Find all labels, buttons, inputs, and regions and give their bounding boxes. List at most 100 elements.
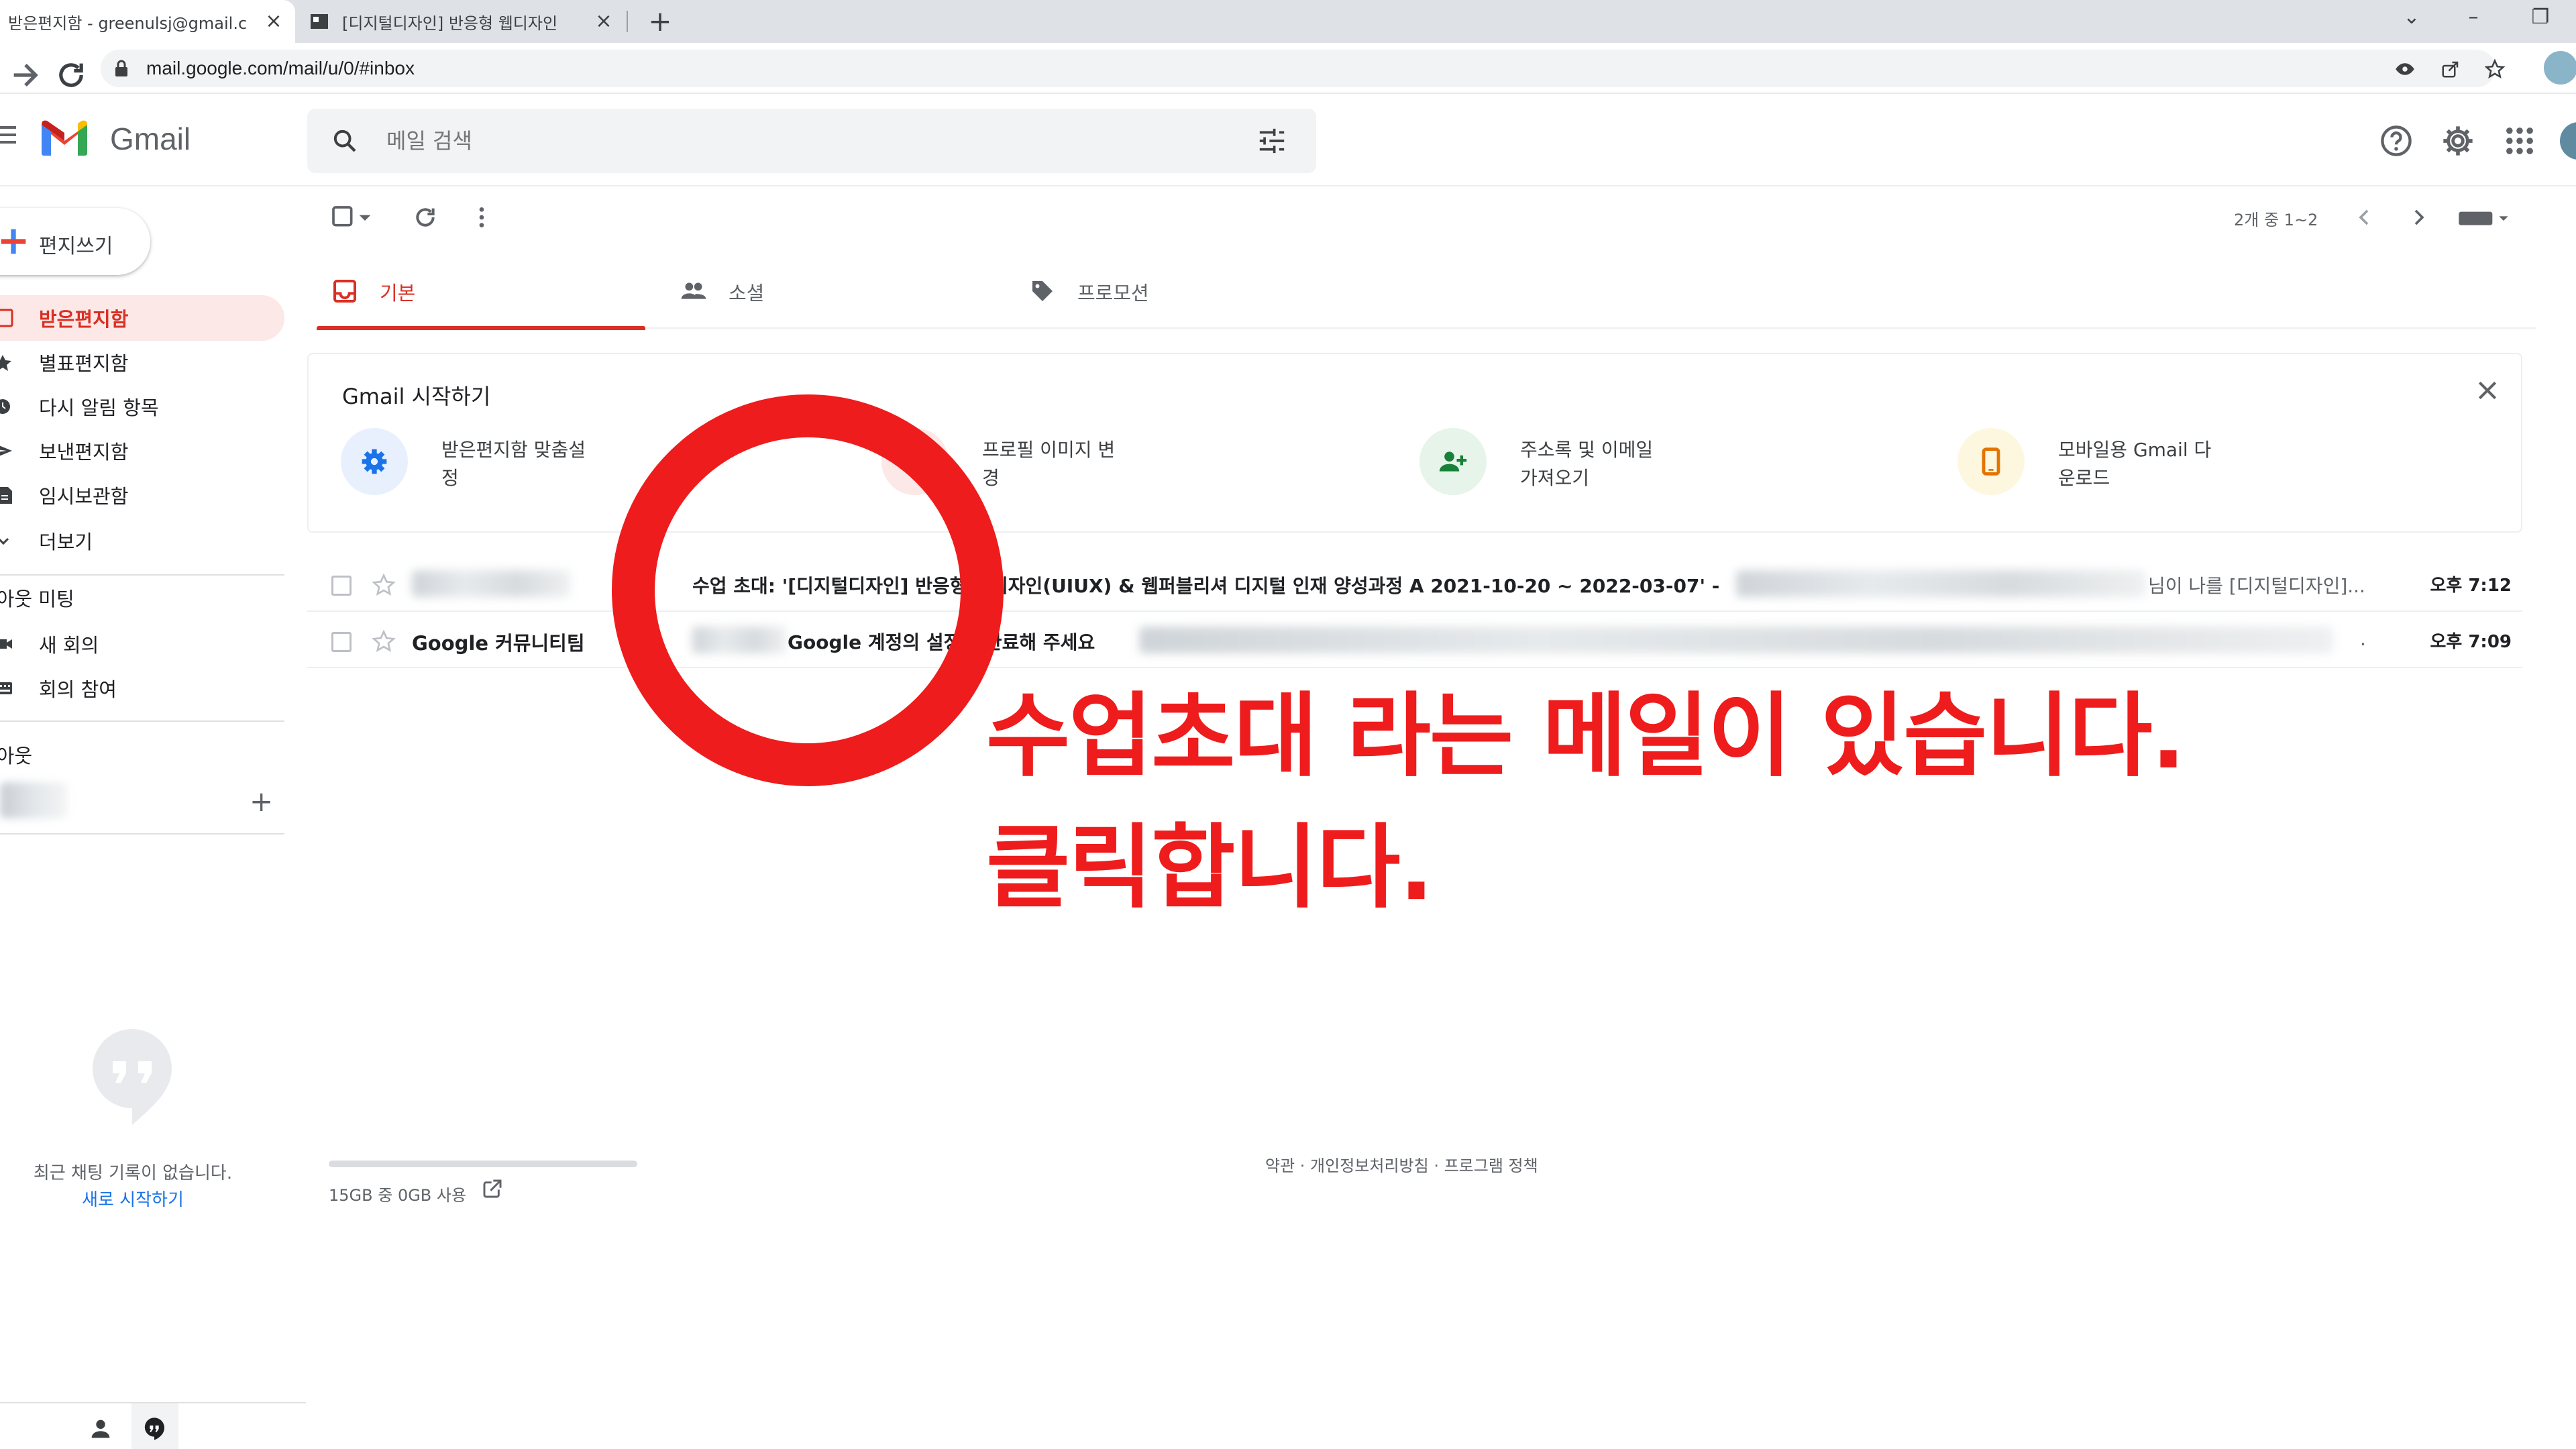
- account-avatar[interactable]: [2560, 122, 2576, 160]
- refresh-icon[interactable]: [412, 204, 439, 231]
- search-options-icon[interactable]: [1257, 127, 1287, 154]
- sender-blurred: [412, 570, 570, 597]
- close-tab-icon[interactable]: ×: [262, 9, 286, 34]
- apps-grid-icon[interactable]: [2502, 123, 2537, 158]
- clock-icon: [0, 399, 10, 414]
- star-icon: [0, 355, 11, 371]
- browser-profile-avatar[interactable]: [2544, 51, 2576, 85]
- main-menu-icon[interactable]: [0, 126, 16, 144]
- new-tab-button[interactable]: +: [643, 4, 678, 39]
- storage-usage-bar: [329, 1161, 637, 1167]
- browser-tab-gmail[interactable]: 받은편지함 - greenulsj@gmail.c ×: [0, 0, 295, 43]
- sidebar-item-label: 새 회의: [39, 634, 99, 657]
- sidebar-item-inbox[interactable]: 받은편지함: [0, 295, 284, 341]
- no-chat-message: 최근 채팅 기록이 없습니다.: [33, 1163, 233, 1183]
- compose-button[interactable]: 편지쓰기: [0, 208, 150, 275]
- pagination-text: 2개 중 1~2: [2234, 211, 2318, 229]
- omnibox[interactable]: mail.google.com/mail/u/0/#inbox: [101, 50, 2505, 87]
- sidebar-item-more[interactable]: 더보기: [0, 518, 284, 564]
- start-new-chat-link[interactable]: 새로 시작하기: [0, 1186, 266, 1211]
- more-options-icon[interactable]: [468, 204, 495, 231]
- getting-started-text: 주소록 및 이메일: [1520, 439, 1654, 461]
- sidebar-item-label: 임시보관함: [39, 485, 129, 508]
- browser-tab-course[interactable]: [디지털디자인] 반응형 웹디자인 ×: [299, 0, 625, 43]
- close-icon[interactable]: [2474, 377, 2501, 404]
- tag-icon: [1032, 281, 1053, 301]
- close-tab-icon[interactable]: ×: [592, 9, 616, 34]
- star-icon[interactable]: [372, 629, 396, 653]
- chevron-right-icon[interactable]: [2406, 204, 2432, 231]
- lock-icon: [115, 60, 127, 76]
- forward-icon[interactable]: [8, 58, 43, 93]
- tab-primary[interactable]: 기본: [317, 254, 645, 330]
- annotation-line: 수업초대 라는 메일이 있습니다.: [986, 684, 2186, 790]
- meet-heading: 행아웃 미팅: [0, 588, 74, 610]
- email-sender: Google 커뮤니티팀: [412, 632, 585, 655]
- search-icon[interactable]: [331, 127, 358, 154]
- add-hangout-contact-button[interactable]: +: [250, 785, 273, 818]
- input-tools-keyboard-icon[interactable]: [2457, 204, 2510, 231]
- sidebar-divider: [0, 574, 284, 576]
- getting-started-text: 받은편지함 맞춤설: [441, 439, 586, 461]
- tab-label: 프로모션: [1077, 282, 1149, 305]
- tab-label: 기본: [380, 282, 416, 305]
- address-bar: mail.google.com/mail/u/0/#inbox: [0, 43, 2576, 94]
- getting-started-mobile-app[interactable]: 모바일용 Gmail 다운로드: [1957, 428, 2427, 502]
- phone-icon: [1982, 447, 2000, 476]
- external-link-icon[interactable]: [482, 1178, 503, 1199]
- eye-icon[interactable]: [2395, 59, 2415, 79]
- phone-icon-badge: [1957, 428, 2025, 495]
- person-icon[interactable]: [87, 1415, 114, 1442]
- tab-title: 받은편지함 - greenulsj@gmail.c: [8, 13, 248, 33]
- star-icon[interactable]: [372, 573, 396, 597]
- sidebar-item-drafts[interactable]: 임시보관함: [0, 472, 284, 518]
- gmail-brand-text: Gmail: [110, 121, 191, 156]
- select-all-checkbox[interactable]: [330, 204, 357, 231]
- sidebar-footer: [0, 1402, 306, 1449]
- snippet-blurred: [1139, 627, 2333, 653]
- search-input[interactable]: [386, 126, 1191, 156]
- search-bar[interactable]: [307, 109, 1316, 173]
- getting-started-title: Gmail 시작하기: [342, 384, 491, 409]
- tab-promotions[interactable]: 프로모션: [1014, 254, 1343, 329]
- restore-button[interactable]: ❐: [2517, 0, 2564, 38]
- getting-started-import-contacts[interactable]: 주소록 및 이메일가져오기: [1419, 428, 1889, 502]
- getting-started-text: 운로드: [2058, 467, 2110, 489]
- sidebar-item-join-meeting[interactable]: 회의 참여: [0, 665, 284, 711]
- compose-label: 편지쓰기: [39, 235, 113, 258]
- add-contact-icon: [1439, 451, 1467, 472]
- minimize-button[interactable]: –: [2450, 0, 2497, 38]
- sidebar-item-label: 받은편지함: [39, 308, 129, 331]
- tab-search-button[interactable]: ⌄: [2388, 0, 2435, 38]
- reload-icon[interactable]: [54, 58, 89, 93]
- sidebar-item-label: 다시 알림 항목: [39, 396, 159, 419]
- getting-started-text: 가져오기: [1520, 467, 1590, 489]
- sidebar-item-new-meeting[interactable]: 새 회의: [0, 621, 284, 667]
- hangouts-user-blurred[interactable]: [0, 782, 67, 818]
- gear-icon: [362, 449, 387, 474]
- add-contact-icon-badge: [1419, 428, 1487, 495]
- email-checkbox[interactable]: [331, 576, 352, 596]
- sidebar-item-starred[interactable]: 별표편지함: [0, 339, 284, 385]
- tab-title: [디지털디자인] 반응형 웹디자인: [342, 13, 558, 33]
- footer-policy-links[interactable]: 약관 · 개인정보처리방침 · 프로그램 정책: [1265, 1152, 1538, 1176]
- getting-started-text: 모바일용 Gmail 다: [2058, 439, 2212, 461]
- email-time: 오후 7:09: [2430, 632, 2512, 652]
- email-checkbox[interactable]: [331, 632, 352, 652]
- bookmark-star-icon[interactable]: [2485, 59, 2505, 79]
- browser-tab-bar: 받은편지함 - greenulsj@gmail.c × [디지털디자인] 반응형…: [0, 0, 2576, 43]
- chevron-left-icon[interactable]: [2351, 204, 2377, 231]
- chat-quote-icon: [93, 1029, 172, 1125]
- settings-gear-icon[interactable]: [2440, 123, 2475, 158]
- sidebar-item-snoozed[interactable]: 다시 알림 항목: [0, 384, 284, 429]
- tab-social[interactable]: 소셜: [665, 254, 994, 329]
- storage-usage-text: 15GB 중 0GB 사용: [329, 1186, 467, 1205]
- share-icon[interactable]: [2440, 59, 2461, 79]
- send-icon: [0, 445, 12, 456]
- sidebar-item-sent[interactable]: 보낸편지함: [0, 428, 284, 474]
- help-icon[interactable]: [2379, 123, 2414, 158]
- gmail-logo-icon[interactable]: [39, 118, 90, 157]
- hangouts-icon[interactable]: [141, 1415, 168, 1442]
- keyboard-icon: [0, 682, 12, 694]
- select-dropdown-icon[interactable]: [357, 204, 373, 231]
